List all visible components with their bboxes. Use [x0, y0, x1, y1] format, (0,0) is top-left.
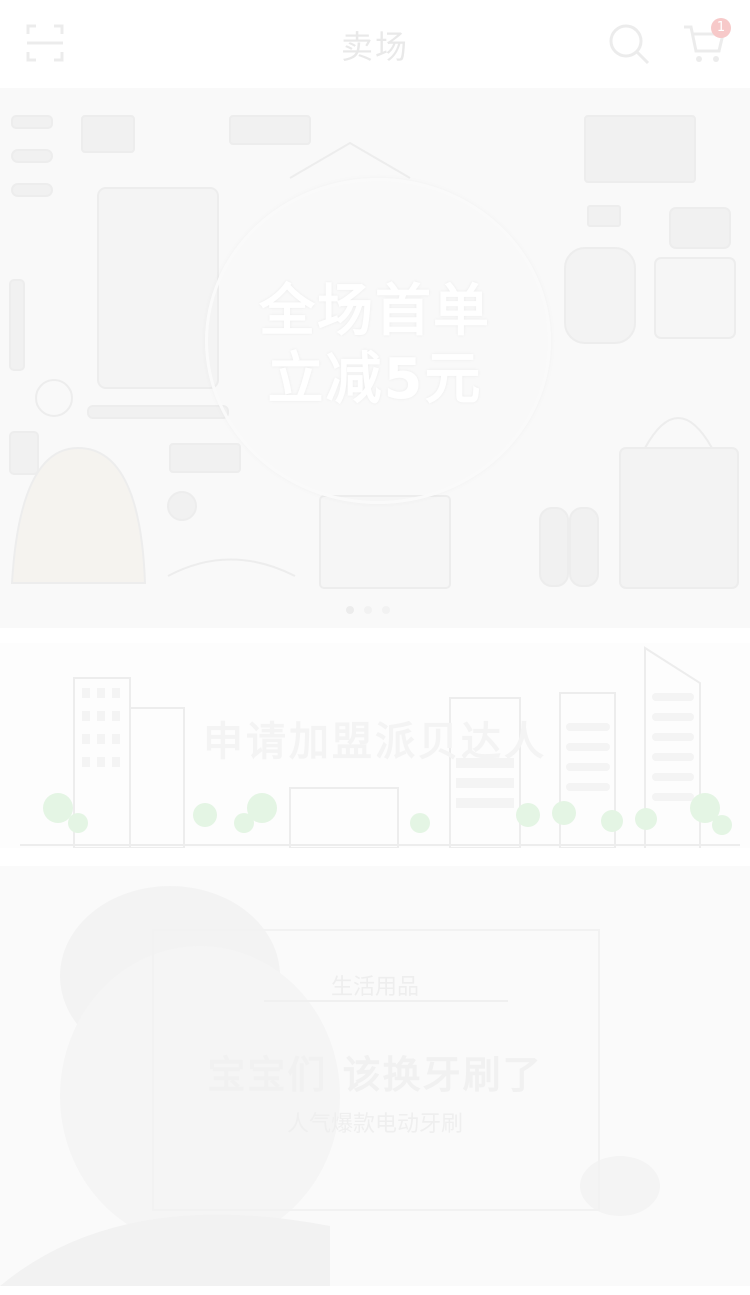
top-nav-bar: 卖场 1 — [0, 0, 750, 88]
product-banner[interactable]: 生活用品 宝宝们 该换牙刷了 人气爆款电动牙刷 — [0, 866, 750, 1286]
product-category: 生活用品 — [330, 975, 419, 1000]
product-subtitle: 人气爆款电动牙刷 — [286, 1112, 463, 1137]
carousel-dot[interactable] — [346, 606, 354, 614]
search-icon[interactable] — [607, 22, 651, 66]
carousel-indicator — [346, 606, 390, 614]
hero-promo-subtitle: 立减5元 — [267, 347, 483, 412]
recruit-banner[interactable]: 申请加盟派贝达人 — [0, 643, 750, 848]
recruit-banner-text: 申请加盟派贝达人 — [203, 719, 547, 765]
hero-banner[interactable]: 全场首单 立减5元 — [0, 88, 750, 628]
divider — [264, 1000, 508, 1002]
carousel-dot[interactable] — [364, 606, 372, 614]
carousel-dot[interactable] — [382, 606, 390, 614]
product-headline: 宝宝们 该换牙刷了 — [207, 1053, 543, 1097]
cart-count-badge: 1 — [711, 18, 731, 38]
